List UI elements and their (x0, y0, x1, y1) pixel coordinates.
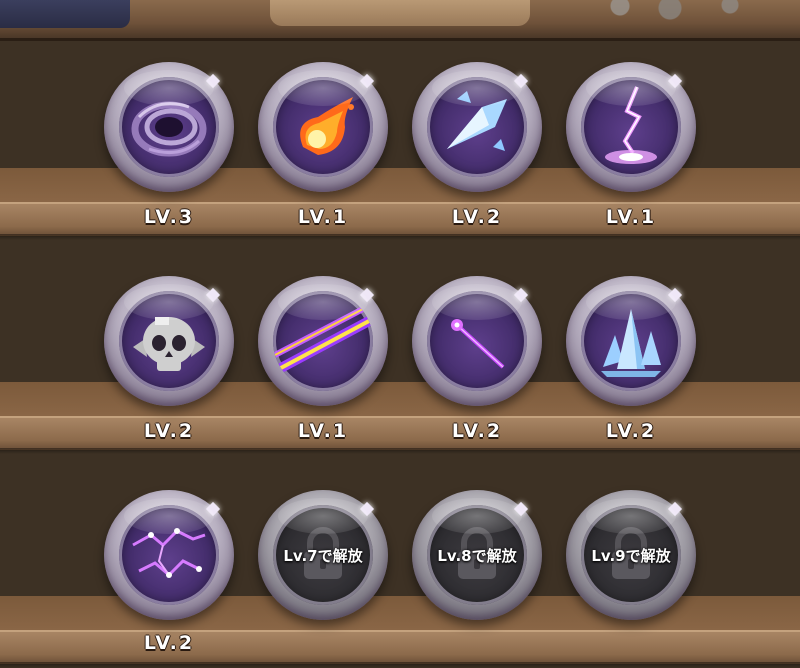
lightning-strike-icon (605, 86, 657, 164)
chain-lightning-icon (132, 528, 206, 578)
gears-decoration (590, 0, 770, 22)
level-label-fireball: LV.1 (297, 206, 349, 228)
locked-skill-slot-3[interactable]: Lv.9で解放 (566, 490, 696, 620)
skill-slot-magic-wand[interactable] (412, 276, 542, 406)
unlock-requirement-text: Lv.7で解放 (283, 547, 363, 565)
vortex-icon (131, 101, 207, 157)
skill-slot-ice-shard[interactable] (412, 62, 542, 192)
fireball-icon (300, 97, 354, 155)
skill-slot-lightning[interactable] (566, 62, 696, 192)
scroll-decoration (270, 0, 530, 26)
level-label-vortex: LV.3 (143, 206, 195, 228)
skill-slot-fireball[interactable] (258, 62, 388, 192)
level-label-skull: LV.2 (143, 420, 195, 442)
unlock-requirement-text: Lv.9で解放 (591, 547, 671, 565)
level-label-laser-beam: LV.1 (297, 420, 349, 442)
unlock-requirement-text: Lv.8で解放 (437, 547, 517, 565)
crystal-icon (601, 309, 661, 377)
skill-slot-chain-lightning[interactable] (104, 490, 234, 620)
magic-wand-icon (451, 319, 505, 369)
level-label-magic-wand: LV.2 (451, 420, 503, 442)
locked-skill-slot-2[interactable]: Lv.8で解放 (412, 490, 542, 620)
locked-skill-slot-1[interactable]: Lv.7で解放 (258, 490, 388, 620)
skill-slot-crystal[interactable] (566, 276, 696, 406)
skull-icon (133, 317, 205, 371)
level-label-crystal: LV.2 (605, 420, 657, 442)
level-label-chain-lightning: LV.2 (143, 632, 195, 654)
level-label-ice-shard: LV.2 (451, 206, 503, 228)
top-banner (0, 0, 800, 41)
book-decoration (0, 0, 130, 28)
skill-slot-skull[interactable] (104, 276, 234, 406)
level-label-lightning: LV.1 (605, 206, 657, 228)
skill-slot-vortex[interactable] (104, 62, 234, 192)
ice-shard-icon (447, 91, 507, 151)
laser-beam-icon (273, 306, 372, 374)
skill-slot-laser-beam[interactable] (258, 276, 388, 406)
shelf-row-3 (0, 596, 800, 668)
